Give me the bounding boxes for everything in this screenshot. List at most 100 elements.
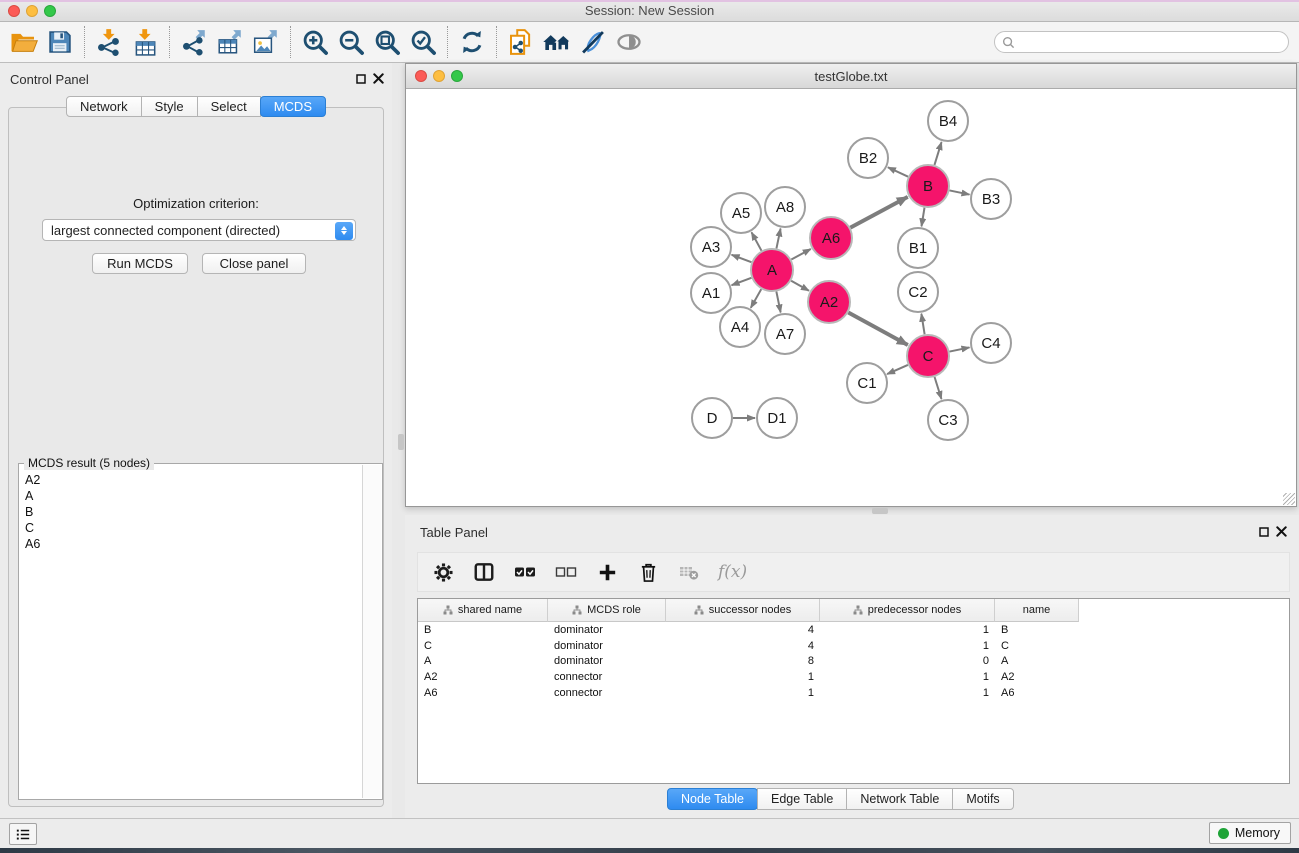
float-table-panel-icon[interactable] [1259, 527, 1269, 537]
node-A3[interactable]: A3 [691, 227, 731, 267]
tab-select[interactable]: Select [197, 96, 261, 117]
export-image-button[interactable] [248, 25, 284, 59]
node-A4[interactable]: A4 [720, 307, 760, 347]
result-scrollbar[interactable] [362, 465, 381, 798]
network-canvas[interactable]: B4B2BB3A5A8A6A3B1AA1A2C2A4A7CC4C1C3DD1 [406, 89, 1296, 506]
node-D[interactable]: D [692, 398, 732, 438]
criterion-select[interactable]: largest connected component (directed) [42, 219, 356, 241]
node-C1[interactable]: C1 [847, 363, 887, 403]
save-session-button[interactable] [42, 25, 78, 59]
table-row[interactable]: Adominator80A [418, 654, 1289, 670]
node-A[interactable]: A [751, 249, 793, 291]
close-table-panel-icon[interactable] [1276, 526, 1287, 537]
node-C4[interactable]: C4 [971, 323, 1011, 363]
edge-A-A5[interactable] [752, 232, 762, 250]
task-history-button[interactable] [9, 823, 37, 845]
edge-A-A2[interactable] [791, 281, 809, 291]
node-B1[interactable]: B1 [898, 228, 938, 268]
refresh-view-button[interactable] [454, 25, 490, 59]
node-B4[interactable]: B4 [928, 101, 968, 141]
column-layout-button[interactable] [472, 560, 496, 584]
node-B[interactable]: B [907, 165, 949, 207]
export-table-button[interactable] [212, 25, 248, 59]
table-row[interactable]: A2connector11A2 [418, 669, 1289, 685]
node-C[interactable]: C [907, 335, 949, 377]
window-resize-grip[interactable] [1283, 493, 1295, 505]
new-network-from-selection-button[interactable] [503, 25, 539, 59]
node-B3[interactable]: B3 [971, 179, 1011, 219]
import-network-button[interactable] [91, 25, 127, 59]
function-builder-button[interactable]: f(x) [718, 560, 747, 584]
column-header-MCDS-role[interactable]: MCDS role [548, 599, 666, 622]
column-header-successor-nodes[interactable]: successor nodes [666, 599, 820, 622]
node-A5[interactable]: A5 [721, 193, 761, 233]
table-row[interactable]: Cdominator41C [418, 638, 1289, 654]
close-panel-button[interactable]: Close panel [202, 253, 306, 274]
table-row[interactable]: A6connector11A6 [418, 685, 1289, 701]
export-network-button[interactable] [176, 25, 212, 59]
show-hide-annotations-button[interactable] [611, 25, 647, 59]
edge-C-C3[interactable] [935, 377, 942, 399]
show-graphics-details-button[interactable] [575, 25, 611, 59]
zoom-fit-button[interactable] [369, 25, 405, 59]
network-graph[interactable]: B4B2BB3A5A8A6A3B1AA1A2C2A4A7CC4C1C3DD1 [406, 89, 1296, 506]
node-A7[interactable]: A7 [765, 314, 805, 354]
import-table-button[interactable] [127, 25, 163, 59]
search-input[interactable] [1019, 35, 1288, 49]
mcds-result-list[interactable]: A2ABCA6 [19, 472, 362, 797]
node-A6[interactable]: A6 [810, 217, 852, 259]
edge-A2-C[interactable] [848, 313, 907, 345]
edge-C-C4[interactable] [950, 347, 970, 351]
splitter-handle-vertical[interactable] [398, 434, 404, 450]
table-row[interactable]: Bdominator41B [418, 622, 1289, 638]
column-header-predecessor-nodes[interactable]: predecessor nodes [820, 599, 995, 622]
zoom-in-button[interactable] [297, 25, 333, 59]
edge-A6-B[interactable] [850, 197, 907, 228]
edge-A-A8[interactable] [776, 229, 780, 249]
result-item[interactable]: A6 [25, 536, 362, 552]
close-panel-icon[interactable] [373, 73, 384, 84]
open-session-button[interactable] [6, 25, 42, 59]
result-item[interactable]: B [25, 504, 362, 520]
tab-node-table[interactable]: Node Table [667, 788, 758, 810]
first-neighbors-button[interactable] [539, 25, 575, 59]
select-all-rows-button[interactable] [513, 560, 537, 584]
float-panel-icon[interactable] [356, 74, 366, 84]
edge-B-B1[interactable] [922, 208, 925, 227]
search-box[interactable] [994, 31, 1289, 53]
tab-mcds[interactable]: MCDS [260, 96, 326, 117]
edge-A-A1[interactable] [732, 278, 752, 285]
zoom-out-button[interactable] [333, 25, 369, 59]
tab-network[interactable]: Network [66, 96, 142, 117]
edge-A-A4[interactable] [751, 289, 761, 308]
edge-A-A3[interactable] [732, 255, 752, 262]
delete-table-button[interactable] [677, 560, 701, 584]
node-D1[interactable]: D1 [757, 398, 797, 438]
node-A1[interactable]: A1 [691, 273, 731, 313]
result-item[interactable]: C [25, 520, 362, 536]
node-A8[interactable]: A8 [765, 187, 805, 227]
memory-button[interactable]: Memory [1209, 822, 1291, 844]
splitter-handle-horizontal[interactable] [872, 508, 888, 514]
run-mcds-button[interactable]: Run MCDS [92, 253, 188, 274]
edge-B-B4[interactable] [934, 142, 941, 165]
node-C2[interactable]: C2 [898, 272, 938, 312]
edge-A-A6[interactable] [791, 249, 810, 260]
tab-style[interactable]: Style [141, 96, 198, 117]
delete-columns-button[interactable] [636, 560, 660, 584]
tab-edge-table[interactable]: Edge Table [757, 788, 847, 810]
table-settings-button[interactable] [431, 560, 455, 584]
node-C3[interactable]: C3 [928, 400, 968, 440]
add-column-button[interactable] [595, 560, 619, 584]
deselect-all-rows-button[interactable] [554, 560, 578, 584]
result-item[interactable]: A [25, 488, 362, 504]
zoom-selected-button[interactable] [405, 25, 441, 59]
column-header-name[interactable]: name [995, 599, 1079, 622]
tab-motifs[interactable]: Motifs [952, 788, 1013, 810]
edge-A-A7[interactable] [776, 292, 780, 313]
column-header-shared-name[interactable]: shared name [418, 599, 548, 622]
tab-network-table[interactable]: Network Table [846, 788, 953, 810]
edge-B-B3[interactable] [950, 190, 970, 194]
network-window-titlebar[interactable]: testGlobe.txt [406, 64, 1296, 89]
node-B2[interactable]: B2 [848, 138, 888, 178]
